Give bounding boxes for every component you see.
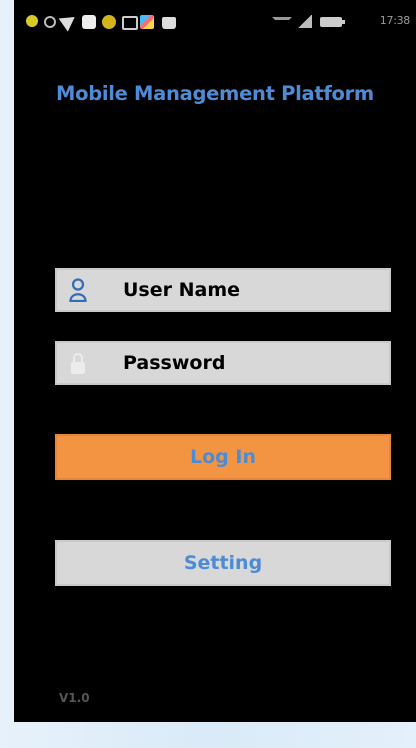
app-title: Mobile Management Platform — [56, 82, 374, 105]
ring-icon — [44, 16, 56, 28]
phone-screen: 17:38 Mobile Management Platform User Na… — [14, 0, 416, 722]
username-field[interactable]: User Name — [55, 268, 391, 312]
login-button[interactable]: Log In — [55, 434, 391, 480]
status-time: 17:38 — [379, 14, 411, 27]
color-app-icon — [140, 15, 154, 29]
app-yellow-icon — [26, 15, 38, 27]
lock-icon — [71, 353, 85, 374]
square-app-icon — [82, 15, 96, 29]
version-label: V1.0 — [59, 691, 90, 705]
yellow-app-icon — [102, 15, 116, 29]
password-field[interactable]: Password — [55, 341, 391, 385]
wifi-icon — [272, 17, 292, 30]
battery-icon — [320, 17, 345, 27]
status-bar: 17:38 — [14, 0, 416, 44]
username-placeholder: User Name — [123, 279, 241, 301]
bag-icon — [162, 17, 176, 29]
setting-button[interactable]: Setting — [55, 540, 391, 586]
password-placeholder: Password — [123, 352, 226, 374]
signal-icon — [298, 15, 312, 28]
person-icon — [69, 278, 87, 302]
send-icon — [58, 10, 80, 32]
chat-icon — [122, 16, 138, 30]
